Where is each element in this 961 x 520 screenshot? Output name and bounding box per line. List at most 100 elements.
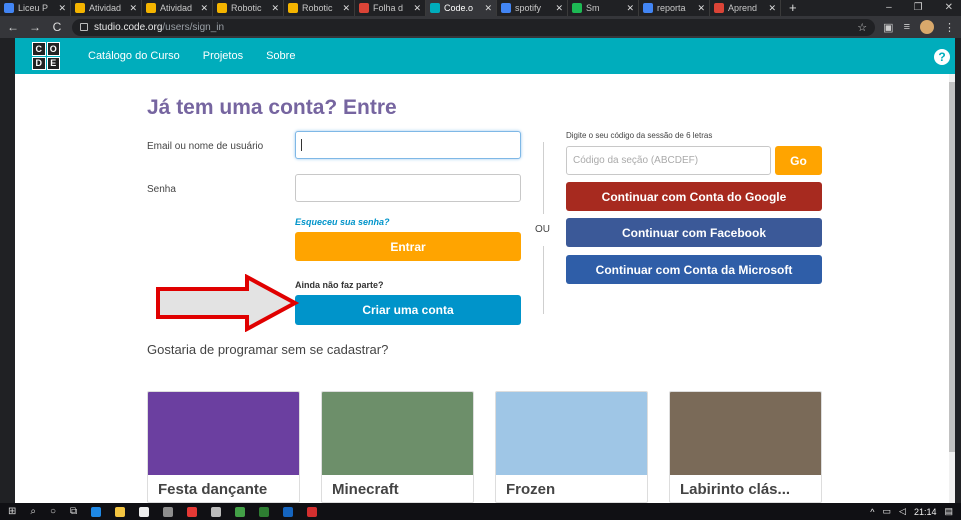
go-button[interactable]: Go [775,146,822,175]
tab-close-icon[interactable]: ✕ [768,3,776,14]
text-caret [301,139,302,151]
clock[interactable]: 21:14 [914,507,937,517]
tab-close-icon[interactable]: ✕ [484,3,492,14]
tab-title: reporta [657,3,686,13]
chrome-icon[interactable] [235,506,246,517]
reading-list-icon[interactable]: ≡ [904,21,910,33]
tab-favicon-icon [146,3,156,13]
browser-tab[interactable]: Liceu P ✕ [0,0,71,16]
no-account-label: Ainda não faz parte? [295,280,384,290]
create-account-button[interactable]: Criar uma conta [295,295,521,325]
tab-favicon-icon [288,3,298,13]
page-content: Já tem uma conta? Entre Email ou nome de… [15,74,955,503]
app-icon-4[interactable] [307,506,318,517]
browser-tab[interactable]: Code.o ✕ [426,0,497,16]
address-bar[interactable]: studio.code.org/users/sign_in ☆ [72,18,876,36]
browser-tab[interactable]: Sm ✕ [568,0,639,16]
nav-link[interactable]: Catálogo do Curso [88,50,180,62]
tab-close-icon[interactable]: ✕ [697,3,705,14]
search-icon[interactable]: ⌕ [30,506,36,517]
code-logo[interactable]: CODE [32,42,60,70]
browser-tab[interactable]: Aprend ✕ [710,0,781,16]
app-icon[interactable] [163,506,174,517]
minimize-icon[interactable]: – [886,0,892,16]
tab-close-icon[interactable]: ✕ [413,3,421,14]
activity-card[interactable]: Festa dançante [147,391,300,503]
tray-chevron-icon[interactable]: ^ [870,507,874,517]
tab-close-icon[interactable]: ✕ [626,3,634,14]
app-icon-3[interactable] [283,506,294,517]
network-icon[interactable]: ▭ [883,506,892,517]
notifications-icon[interactable]: ▤ [944,506,953,517]
restore-icon[interactable]: ❐ [914,0,923,16]
tab-title: Sm [586,3,600,13]
activity-thumbnail [322,392,473,475]
nav-link[interactable]: Projetos [203,50,243,62]
browser-tab[interactable]: Atividad ✕ [142,0,213,16]
browser-tab[interactable]: Robotic ✕ [284,0,355,16]
browser-tab[interactable]: Atividad ✕ [71,0,142,16]
tab-title: Aprend [728,3,758,13]
facebook-signin-button[interactable]: Continuar com Facebook [566,218,822,247]
browser-tab[interactable]: reporta ✕ [639,0,710,16]
nav-link[interactable]: Sobre [266,50,295,62]
email-field[interactable] [295,131,521,159]
tab-favicon-icon [572,3,582,13]
page-title: Já tem uma conta? Entre [147,96,397,119]
calculator-icon[interactable] [211,506,222,517]
store-icon[interactable] [139,506,150,517]
red-arrow-annotation [156,274,300,332]
system-tray: ^ ▭ ◁ 21:14 ▤ [870,506,953,517]
browser-tab[interactable]: Folha d ✕ [355,0,426,16]
password-field[interactable] [295,174,521,202]
tab-close-icon[interactable]: ✕ [271,3,279,14]
activity-card[interactable]: Frozen [495,391,648,503]
help-icon[interactable]: ? [934,49,950,65]
activity-thumbnail [496,392,647,475]
task-view-icon[interactable]: ⧉ [70,506,77,517]
new-tab-button[interactable]: + [781,0,805,16]
password-label: Senha [147,184,176,195]
tab-close-icon[interactable]: ✕ [200,3,208,14]
back-icon[interactable]: ← [6,20,20,34]
tab-close-icon[interactable]: ✕ [58,3,66,14]
activity-card[interactable]: Labirinto clás... [669,391,822,503]
activity-thumbnail [670,392,821,475]
microsoft-signin-button[interactable]: Continuar com Conta da Microsoft [566,255,822,284]
tab-title: Liceu P [18,3,49,13]
section-code-input[interactable]: Código da seção (ABCDEF) [566,146,771,175]
page-scrollbar[interactable] [949,74,955,503]
edge-icon[interactable] [91,506,102,517]
file-explorer-icon[interactable] [115,506,126,517]
tab-favicon-icon [501,3,511,13]
logo-letter: C [32,42,46,56]
extension-icon[interactable]: ▣ [883,21,893,34]
close-window-icon[interactable]: ✕ [945,0,953,16]
profile-avatar[interactable] [920,20,934,34]
tab-title: Folha d [373,3,404,13]
opera-icon[interactable] [187,506,198,517]
app-icon-2[interactable] [259,506,270,517]
forgot-password-link[interactable]: Esqueceu sua senha? [295,217,390,227]
menu-icon[interactable]: ⋮ [944,21,955,34]
or-label: OU [535,224,550,235]
lock-icon [80,23,88,31]
activity-card[interactable]: Minecraft [321,391,474,503]
divider-bottom [543,246,544,314]
browser-tab[interactable]: Robotic ✕ [213,0,284,16]
sign-in-button[interactable]: Entrar [295,232,521,261]
reload-icon[interactable]: C [50,20,64,34]
google-signin-button[interactable]: Continuar com Conta do Google [566,182,822,211]
tab-close-icon[interactable]: ✕ [555,3,563,14]
cortana-icon[interactable]: ○ [50,506,56,517]
volume-icon[interactable]: ◁ [899,506,906,517]
scrollbar-thumb[interactable] [949,82,955,452]
forward-icon[interactable]: → [28,20,42,34]
bookmark-star-icon[interactable]: ☆ [857,21,867,34]
tab-close-icon[interactable]: ✕ [342,3,350,14]
section-code-placeholder: Código da seção (ABCDEF) [573,155,699,166]
browser-tab[interactable]: spotify ✕ [497,0,568,16]
tab-close-icon[interactable]: ✕ [129,3,137,14]
divider-top [543,142,544,214]
windows-start-icon[interactable]: ⊞ [8,506,16,517]
